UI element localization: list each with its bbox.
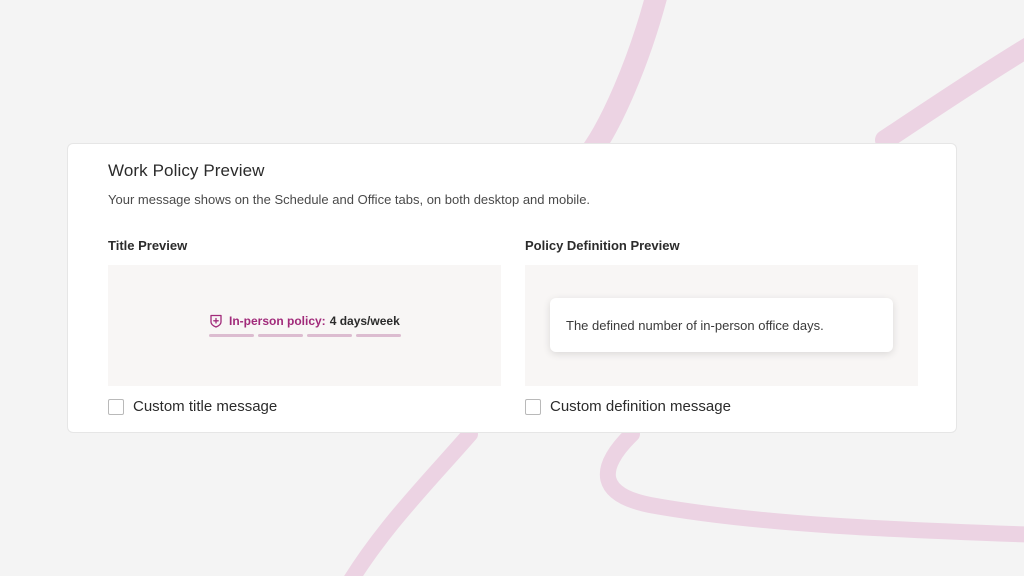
page-background: Work Policy Preview Your message shows o… <box>0 0 1024 576</box>
title-preview-panel: In-person policy: 4 days/week <box>108 265 501 386</box>
policy-value: 4 days/week <box>329 314 400 328</box>
definition-preview-label: Policy Definition Preview <box>525 238 680 253</box>
day-bar <box>258 334 303 337</box>
custom-title-checkbox[interactable] <box>108 398 124 415</box>
day-bar <box>307 334 352 337</box>
shield-plus-icon <box>210 314 222 328</box>
custom-title-option[interactable]: Custom title message <box>108 398 277 415</box>
policy-definition-tooltip: The defined number of in-person office d… <box>550 298 893 352</box>
days-per-week-indicator <box>209 334 405 337</box>
card-title: Work Policy Preview <box>108 161 265 180</box>
title-preview-label: Title Preview <box>108 238 188 253</box>
day-bar <box>356 334 401 337</box>
work-policy-preview-card: Work Policy Preview Your message shows o… <box>67 143 957 433</box>
policy-title-line: In-person policy: 4 days/week <box>209 314 400 328</box>
policy-label: In-person policy: <box>229 314 326 328</box>
custom-title-label[interactable]: Custom title message <box>133 398 277 415</box>
custom-definition-label[interactable]: Custom definition message <box>550 398 731 415</box>
custom-definition-checkbox[interactable] <box>525 398 541 415</box>
day-bar <box>209 334 254 337</box>
custom-definition-option[interactable]: Custom definition message <box>525 398 731 415</box>
tooltip-text: The defined number of in-person office d… <box>566 318 824 333</box>
definition-preview-panel: The defined number of in-person office d… <box>525 265 918 386</box>
card-subtitle: Your message shows on the Schedule and O… <box>108 192 591 207</box>
